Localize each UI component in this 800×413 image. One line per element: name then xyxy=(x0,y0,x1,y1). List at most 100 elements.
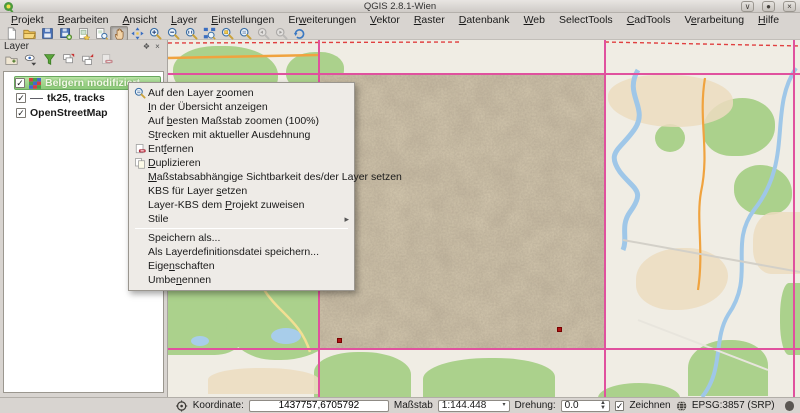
context-menu-item-umbenennen[interactable]: Umbenennen xyxy=(130,273,353,287)
menu-vektor[interactable]: Vektor xyxy=(363,13,407,27)
layers-panel-header: Layer ❖ × xyxy=(0,40,167,53)
menu-einstellungen[interactable]: Einstellungen xyxy=(204,13,281,27)
zoom-to-layer-icon xyxy=(132,87,148,99)
menu-item-label: Umbenennen xyxy=(148,274,349,286)
menu-web[interactable]: Web xyxy=(517,13,552,27)
menu-item-label: Duplizieren xyxy=(148,157,349,169)
context-menu-item-maßstabsabhängige-sichtbarkeit-des-der-layer-setzen[interactable]: Maßstabsabhängige Sichtbarkeit des/der L… xyxy=(130,170,353,184)
message-log-button[interactable] xyxy=(785,401,794,411)
zoom-to-selection-icon xyxy=(221,27,234,40)
menu-verarbeitung[interactable]: Verarbeitung xyxy=(677,13,751,27)
close-button[interactable]: × xyxy=(783,1,796,12)
chevron-down-icon: ▾ xyxy=(503,403,506,408)
no-icon xyxy=(132,199,148,211)
render-checkbox[interactable]: ✓ xyxy=(615,401,625,411)
pan-to-selection-button[interactable] xyxy=(128,26,146,41)
zoom-in-button[interactable] xyxy=(146,26,164,41)
context-menu-item-speichern-als[interactable]: Speichern als... xyxy=(130,231,353,245)
menu-item-label: Strecken mit aktueller Ausdehnung xyxy=(148,129,349,141)
menu-cadtools[interactable]: CadTools xyxy=(620,13,678,27)
menu-bearbeiten[interactable]: Bearbeiten xyxy=(51,13,116,27)
menu-layer[interactable]: Layer xyxy=(164,13,204,27)
expand-all-button[interactable] xyxy=(61,54,76,68)
new-project-icon xyxy=(5,27,18,40)
track-point-marker xyxy=(337,338,342,343)
context-menu-item-strecken-mit-aktueller-ausdehnung[interactable]: Strecken mit aktueller Ausdehnung xyxy=(130,128,353,142)
new-composer-icon xyxy=(77,27,90,40)
context-menu-item-stile[interactable]: Stile▸ xyxy=(130,212,353,226)
zoom-full-button[interactable] xyxy=(200,26,218,41)
menu-hilfe[interactable]: Hilfe xyxy=(751,13,786,27)
main-toolbar xyxy=(0,27,800,40)
rotation-label: Drehung: xyxy=(515,400,556,411)
context-menu-item-auf-den-layer-zoomen[interactable]: Auf den Layer zoomen xyxy=(130,86,353,100)
menu-datenbank[interactable]: Datenbank xyxy=(452,13,517,27)
context-menu-item-auf-besten-maßstab-zoomen-100[interactable]: Auf besten Maßstab zoomen (100%) xyxy=(130,114,353,128)
context-menu-item-duplizieren[interactable]: Duplizieren xyxy=(130,156,353,170)
pan-map-button[interactable] xyxy=(110,26,128,41)
expand-all-icon xyxy=(62,53,75,69)
composer-manager-icon xyxy=(95,27,108,40)
add-group-button[interactable] xyxy=(4,54,19,68)
track-point-marker xyxy=(557,327,562,332)
menu-erweiterungen[interactable]: Erweiterungen xyxy=(281,13,363,27)
remove-layer-icon xyxy=(132,143,148,155)
new-composer-button[interactable] xyxy=(74,26,92,41)
tk25-grid-hline xyxy=(168,348,800,350)
zoom-to-selection-button[interactable] xyxy=(218,26,236,41)
composer-manager-button[interactable] xyxy=(92,26,110,41)
menu-raster[interactable]: Raster xyxy=(407,13,452,27)
minimize-button[interactable]: ∨ xyxy=(741,1,754,12)
menu-item-label: In der Übersicht anzeigen xyxy=(148,101,349,113)
open-project-icon xyxy=(23,27,36,40)
zoom-native-button[interactable] xyxy=(182,26,200,41)
visibility-dropdown-button[interactable] xyxy=(23,54,38,68)
filter-legend-button[interactable] xyxy=(42,54,57,68)
menu-item-label: Maßstabsabhängige Sichtbarkeit des/der L… xyxy=(148,171,402,183)
rotation-spinbox[interactable]: 0.0 ▲▼ xyxy=(561,400,610,412)
window-title: QGIS 2.8.1-Wien xyxy=(364,1,436,12)
context-menu-item-layer-kbs-dem-projekt-zuweisen[interactable]: Layer-KBS dem Projekt zuweisen xyxy=(130,198,353,212)
tk25-grid-vline xyxy=(604,40,606,397)
zoom-full-icon xyxy=(203,27,216,40)
layer-visibility-checkbox[interactable]: ✓ xyxy=(15,78,25,88)
menu-ansicht[interactable]: Ansicht xyxy=(116,13,164,27)
context-menu-item-kbs-für-layer-setzen[interactable]: KBS für Layer setzen xyxy=(130,184,353,198)
menu-projekt[interactable]: Projekt xyxy=(4,13,51,27)
zoom-last-button xyxy=(254,26,272,41)
menu-bar: ProjektBearbeitenAnsichtLayerEinstellung… xyxy=(0,13,800,27)
panel-close-button[interactable]: × xyxy=(152,42,163,52)
raster-layer-belgern xyxy=(318,74,605,350)
rotation-value: 0.0 xyxy=(565,400,579,411)
zoom-last-icon xyxy=(257,27,270,40)
context-menu-item-entfernen[interactable]: Entfernen xyxy=(130,142,353,156)
coordinate-input[interactable] xyxy=(249,400,389,412)
layer-visibility-checkbox[interactable]: ✓ xyxy=(16,108,26,118)
menu-item-label: Stile xyxy=(148,213,344,225)
open-project-button[interactable] xyxy=(20,26,38,41)
new-project-button[interactable] xyxy=(2,26,20,41)
context-menu-item-als-layerdefinitionsdatei-speichern[interactable]: Als Layerdefinitionsdatei speichern... xyxy=(130,245,353,259)
globe-crs-icon[interactable] xyxy=(676,400,687,412)
crs-status[interactable]: EPSG:3857 (SRP) xyxy=(692,400,775,411)
context-menu-item-eigenschaften[interactable]: Eigenschaften xyxy=(130,259,353,273)
zoom-to-layer-button[interactable] xyxy=(236,26,254,41)
save-project-as-icon xyxy=(59,27,72,40)
remove-layer-icon xyxy=(100,53,113,69)
layer-visibility-checkbox[interactable]: ✓ xyxy=(16,93,26,103)
zoom-out-button[interactable] xyxy=(164,26,182,41)
raster-layer-icon xyxy=(29,78,41,89)
refresh-button[interactable] xyxy=(290,26,308,41)
maximize-button[interactable]: ● xyxy=(762,1,775,12)
tracking-icon[interactable] xyxy=(176,400,187,412)
scale-combobox[interactable]: 1:144.448 ▾ xyxy=(438,400,510,412)
save-project-as-button[interactable] xyxy=(56,26,74,41)
panel-float-button[interactable]: ❖ xyxy=(141,42,152,52)
layers-panel-title: Layer xyxy=(4,41,141,52)
menu-item-label: Entfernen xyxy=(148,143,349,155)
menu-selecttools[interactable]: SelectTools xyxy=(552,13,620,27)
collapse-all-button[interactable] xyxy=(80,54,95,68)
context-menu-item-in-der-übersicht-anzeigen[interactable]: In der Übersicht anzeigen xyxy=(130,100,353,114)
layers-panel-toolbar xyxy=(0,53,167,69)
save-project-button[interactable] xyxy=(38,26,56,41)
